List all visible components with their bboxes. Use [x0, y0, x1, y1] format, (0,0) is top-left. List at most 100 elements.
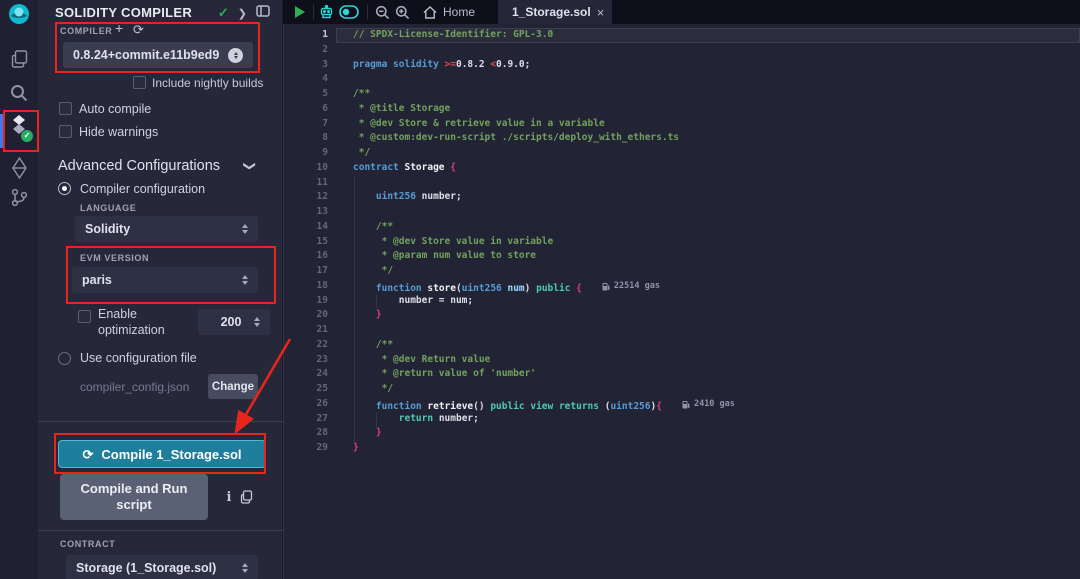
language-select[interactable]: Solidity	[75, 216, 258, 242]
code-line	[336, 205, 1080, 220]
info-icon[interactable]: i	[222, 490, 236, 505]
deploy-run-ethereum-icon[interactable]	[0, 157, 38, 179]
reload-compiler-icon[interactable]: ⟳	[133, 23, 144, 36]
hide-warnings-label: Hide warnings	[79, 125, 158, 139]
contract-select[interactable]: Storage (1_Storage.sol)	[66, 555, 258, 579]
ai-toggle-button[interactable]	[339, 0, 359, 24]
compile-and-run-button[interactable]: Compile and Run script	[60, 474, 208, 520]
code-line: * @dev Return value	[336, 353, 1080, 368]
evm-version-label: EVM VERSION	[80, 253, 149, 263]
line-number: 19	[284, 294, 336, 309]
nightly-builds-label: Include nightly builds	[152, 76, 263, 90]
line-number: 24	[284, 367, 336, 382]
code-line: * @dev Store & retrieve value in a varia…	[336, 117, 1080, 132]
main-area: Home 1_Storage.sol × 1234567891011121314…	[283, 0, 1080, 579]
run-script-play-button[interactable]	[295, 0, 305, 24]
copy-icon[interactable]	[240, 490, 253, 509]
line-number: 23	[284, 353, 336, 368]
gas-pump-icon	[682, 400, 690, 409]
select-stepper-icon	[242, 563, 248, 573]
line-number: 20	[284, 308, 336, 323]
zoom-out-button[interactable]	[375, 0, 390, 24]
change-config-button[interactable]: Change	[208, 374, 258, 399]
compiler-configuration-radio[interactable]	[58, 182, 71, 195]
home-icon	[423, 6, 437, 19]
gas-pump-icon	[602, 282, 610, 291]
remix-ide-window: ✓ SOLIDITY COMPILER ✓ ❯ COM	[0, 0, 1080, 579]
compile-button[interactable]: ⟳ Compile 1_Storage.sol	[58, 440, 266, 468]
compile-refresh-icon: ⟳	[82, 448, 93, 461]
editor-code[interactable]: // SPDX-License-Identifier: GPL-3.0pragm…	[336, 28, 1080, 456]
line-number: 21	[284, 323, 336, 338]
panel-layout-icon[interactable]	[256, 4, 270, 22]
line-number: 3	[284, 58, 336, 73]
code-line: * @return value of 'number'	[336, 367, 1080, 382]
line-number: 4	[284, 72, 336, 87]
enable-optimization-checkbox[interactable]	[78, 310, 91, 323]
chevron-right-icon[interactable]: ❯	[238, 7, 247, 20]
line-number: 13	[284, 205, 336, 220]
code-line	[336, 176, 1080, 191]
line-number: 7	[284, 117, 336, 132]
optimization-runs-input[interactable]: 200	[198, 309, 270, 335]
select-stepper-icon	[242, 275, 248, 285]
gas-estimate: 2410 gas	[682, 397, 735, 412]
code-line: /**	[336, 220, 1080, 235]
file-tab-storage[interactable]: 1_Storage.sol ×	[498, 0, 612, 24]
toggle-icon	[339, 5, 359, 19]
line-number: 28	[284, 426, 336, 441]
code-editor[interactable]: 1234567891011121314151617181920212223242…	[283, 24, 1080, 579]
code-line: * @param num value to store	[336, 249, 1080, 264]
close-tab-icon[interactable]: ×	[597, 5, 605, 20]
line-number: 1	[284, 28, 336, 43]
divider	[38, 421, 283, 422]
line-number: 6	[284, 102, 336, 117]
code-line: * @dev Store value in variable	[336, 235, 1080, 250]
home-tab[interactable]: Home	[423, 0, 475, 24]
line-number: 8	[284, 131, 336, 146]
indent-guide	[376, 412, 377, 427]
compiled-check-badge: ✓	[21, 130, 33, 142]
file-tab-label: 1_Storage.sol	[512, 5, 591, 19]
line-number: 29	[284, 441, 336, 456]
zoom-in-button[interactable]	[395, 0, 410, 24]
auto-compile-checkbox[interactable]	[59, 102, 72, 115]
use-configuration-file-label: Use configuration file	[80, 351, 197, 365]
divider	[38, 530, 283, 531]
remix-logo-icon[interactable]	[0, 3, 38, 25]
number-stepper-icon	[254, 317, 260, 327]
line-number: 10	[284, 161, 336, 176]
compiler-section-label: COMPILER	[60, 26, 112, 36]
code-line	[336, 43, 1080, 58]
code-line: */	[336, 146, 1080, 161]
line-number: 12	[284, 190, 336, 205]
line-number: 16	[284, 249, 336, 264]
code-line: function store(uint256 num) public {2251…	[336, 279, 1080, 294]
line-number: 14	[284, 220, 336, 235]
git-branch-icon[interactable]	[0, 188, 38, 207]
evm-version-select[interactable]: paris	[72, 267, 258, 293]
code-line: }	[336, 441, 1080, 456]
nightly-builds-checkbox[interactable]	[133, 76, 146, 89]
contract-section-label: CONTRACT	[60, 539, 115, 549]
use-configuration-file-radio[interactable]	[58, 352, 71, 365]
gas-estimate: 22514 gas	[602, 279, 660, 294]
line-number: 2	[284, 43, 336, 58]
compiler-version-select[interactable]: 0.8.24+commit.e11b9ed9	[63, 42, 253, 68]
remix-ai-assistant-button[interactable]	[319, 0, 334, 24]
solidity-compiler-icon[interactable]: ✓	[0, 115, 38, 139]
solidity-compiler-panel: SOLIDITY COMPILER ✓ ❯ COMPILER + ⟳ 0.8.2…	[38, 0, 283, 579]
config-file-name: compiler_config.json	[80, 380, 189, 394]
chevron-down-icon[interactable]: ❯	[243, 161, 257, 171]
code-line: uint256 number;	[336, 190, 1080, 205]
code-line	[336, 323, 1080, 338]
search-icon[interactable]	[0, 84, 38, 102]
separator	[313, 4, 314, 20]
hide-warnings-checkbox[interactable]	[59, 125, 72, 138]
code-line: }	[336, 308, 1080, 323]
line-number: 26	[284, 397, 336, 412]
file-explorer-icon[interactable]	[0, 50, 38, 68]
line-number: 25	[284, 382, 336, 397]
advanced-configurations-title[interactable]: Advanced Configurations	[58, 158, 220, 174]
add-compiler-icon[interactable]: +	[115, 22, 123, 35]
